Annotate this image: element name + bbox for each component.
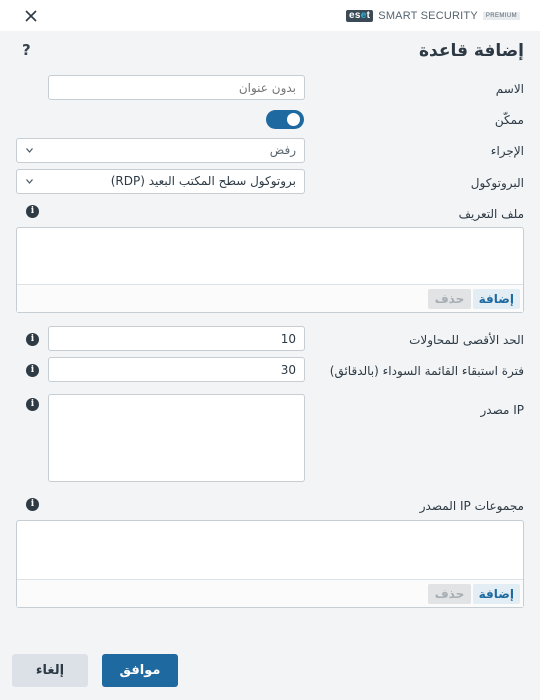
enabled-toggle[interactable] xyxy=(266,110,304,129)
enabled-label: ممكّن xyxy=(494,113,524,127)
info-icon[interactable]: i xyxy=(26,364,39,377)
cancel-button[interactable]: إلغاء xyxy=(12,654,88,687)
help-icon[interactable]: ? xyxy=(22,41,31,59)
close-icon[interactable] xyxy=(24,9,38,23)
max-attempts-label: الحد الأقصى للمحاولات xyxy=(409,333,524,347)
source-ip-textarea[interactable] xyxy=(48,394,305,482)
info-icon[interactable]: i xyxy=(26,333,39,346)
profile-add-button[interactable]: إضافة xyxy=(472,289,520,309)
max-attempts-field[interactable] xyxy=(48,326,305,351)
blacklist-period-field[interactable] xyxy=(48,357,305,382)
info-icon[interactable]: i xyxy=(26,498,39,511)
protocol-value: بروتوكول سطح المكتب البعيد (RDP) xyxy=(110,174,296,188)
max-attempts-input[interactable] xyxy=(57,327,296,350)
dialog-content: إضافة قاعدة ? الاسم ممكّن الإجراء رفض ال… xyxy=(0,31,540,631)
profile-list-toolbar: إضافة حذف xyxy=(17,284,523,312)
action-label: الإجراء xyxy=(490,144,524,158)
profile-list[interactable]: إضافة حذف xyxy=(16,227,524,313)
brand: eset SMART SECURITY PREMIUM xyxy=(346,9,520,23)
source-ip-groups-list[interactable]: إضافة حذف xyxy=(16,520,524,608)
source-ip-groups-add-button[interactable]: إضافة xyxy=(472,584,520,604)
title-bar: eset SMART SECURITY PREMIUM xyxy=(0,0,540,31)
page-title: إضافة قاعدة xyxy=(419,41,524,61)
protocol-label: البروتوكول xyxy=(470,176,524,190)
name-label: الاسم xyxy=(495,82,524,96)
action-select[interactable]: رفض xyxy=(16,138,305,163)
source-ip-groups-toolbar: إضافة حذف xyxy=(17,579,523,607)
info-icon[interactable]: i xyxy=(26,205,39,218)
product-name: SMART SECURITY xyxy=(378,10,478,22)
profile-label: ملف التعريف xyxy=(458,207,524,221)
blacklist-period-input[interactable] xyxy=(57,358,296,381)
protocol-select[interactable]: بروتوكول سطح المكتب البعيد (RDP) xyxy=(16,169,305,194)
toggle-knob xyxy=(287,113,300,126)
source-ip-groups-delete-button[interactable]: حذف xyxy=(428,584,471,604)
profile-delete-button[interactable]: حذف xyxy=(428,289,471,309)
info-icon[interactable]: i xyxy=(26,398,39,411)
chevron-down-icon xyxy=(26,179,33,184)
blacklist-period-label: فترة استبقاء القائمة السوداء (بالدقائق) xyxy=(329,364,524,378)
chevron-down-icon xyxy=(26,148,33,153)
name-input[interactable] xyxy=(57,76,296,99)
source-ip-groups-label: مجموعات IP المصدر xyxy=(419,499,524,513)
eset-logo: eset xyxy=(346,10,374,22)
action-value: رفض xyxy=(269,143,296,157)
ok-button[interactable]: موافق xyxy=(102,654,178,687)
edition-badge: PREMIUM xyxy=(482,12,520,20)
dialog-footer: موافق إلغاء xyxy=(0,631,540,700)
source-ip-label: IP مصدر xyxy=(480,403,524,417)
name-field[interactable] xyxy=(48,75,305,100)
